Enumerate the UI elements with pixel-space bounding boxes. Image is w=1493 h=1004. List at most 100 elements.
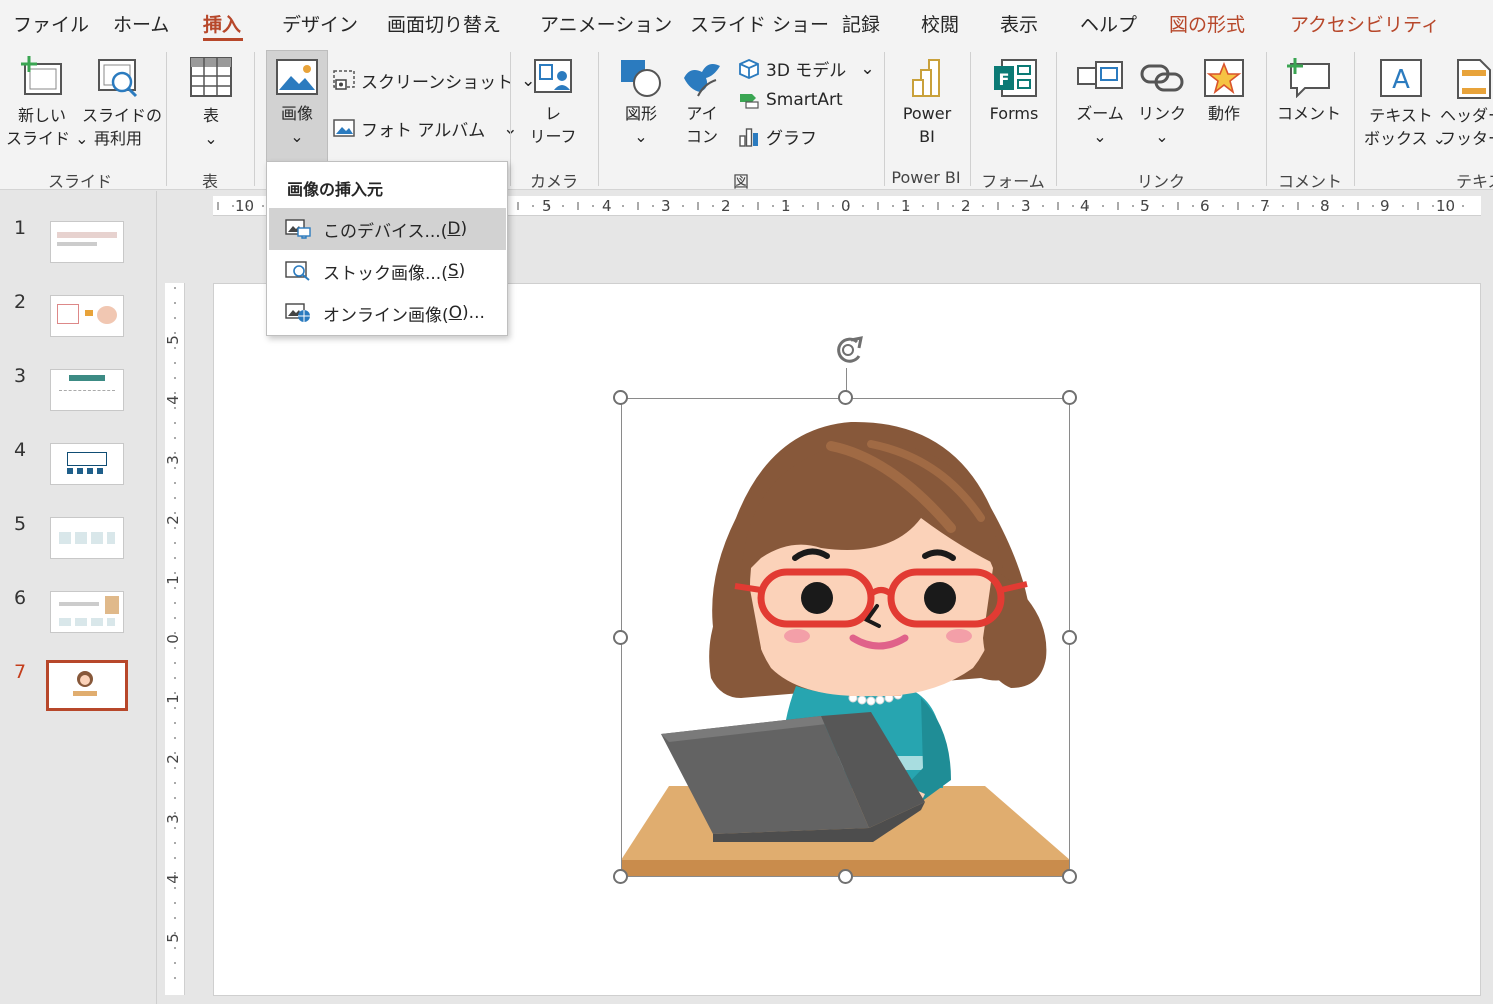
ruler-label: 4: [602, 197, 612, 215]
comment-button[interactable]: コメント: [1276, 58, 1342, 125]
group-label-links: リンク: [1136, 172, 1185, 191]
tab-slideshow[interactable]: スライド ショー: [690, 10, 829, 37]
reuse-slides-button[interactable]: スライドの 再利用: [82, 56, 162, 150]
group-label-table: 表: [201, 172, 218, 191]
resize-handle-bottom[interactable]: [838, 869, 853, 884]
slide-number: 5: [14, 513, 27, 535]
zoom-button[interactable]: ズーム ⌄: [1068, 58, 1132, 148]
tab-home[interactable]: ホーム: [113, 10, 169, 37]
slide-thumbnail-7[interactable]: [46, 660, 128, 711]
slide-thumbnail-5[interactable]: [50, 517, 124, 559]
insert-ribbon: 新しい スライド ⌄ スライドの 再利用 スライド 表 ⌄ 表 画像 ⌄ スクリ…: [0, 46, 1493, 191]
menu-item-online-pictures[interactable]: オンライン画像(O)...: [269, 292, 506, 334]
screenshot-label: スクリーンショット: [361, 73, 514, 93]
3d-models-button[interactable]: 3D モデル ⌄: [738, 56, 875, 81]
ruler-label: 2: [163, 754, 182, 764]
resize-handle-top[interactable]: [838, 390, 853, 405]
forms-button[interactable]: F Forms: [982, 58, 1046, 125]
photo-album-button[interactable]: フォト アルバム ⌄: [333, 116, 517, 141]
chevron-down-icon: ⌄: [860, 58, 875, 79]
icons-icon: [684, 64, 720, 97]
cameo-button[interactable]: レ リーフ: [520, 58, 586, 148]
text-box-label-1: テキスト: [1369, 106, 1433, 125]
photo-album-label: フォト アルバム: [361, 121, 486, 141]
shapes-button[interactable]: 図形 ⌄: [612, 58, 670, 148]
menu-item-label: ストック画像...(: [323, 263, 448, 284]
tab-accessibility[interactable]: アクセシビリティ: [1290, 10, 1440, 37]
images-label: 画像: [280, 104, 313, 123]
menu-item-suffix: )...: [462, 303, 485, 323]
ruler-label: 1: [163, 575, 182, 585]
tab-animations[interactable]: アニメーション: [540, 10, 672, 37]
powerpoint-window: ファイル ホーム 挿入 デザイン 画面切り替え アニメーション スライド ショー…: [0, 0, 1493, 1004]
ruler-label: 0: [163, 634, 182, 644]
table-icon: [190, 57, 232, 97]
stock-images-icon: [285, 261, 310, 281]
tab-design[interactable]: デザイン: [282, 10, 358, 37]
picture-icon: [276, 59, 318, 95]
tab-view[interactable]: 表示: [1000, 10, 1038, 37]
menu-item-suffix: ): [458, 261, 466, 281]
resize-handle-bottom-right[interactable]: [1062, 869, 1077, 884]
icons-button[interactable]: アイ コン: [674, 58, 730, 148]
tab-record[interactable]: 記録: [842, 10, 880, 37]
slide-thumbnail-4[interactable]: [50, 443, 124, 485]
menu-item-stock-images[interactable]: ストック画像...(S): [269, 250, 506, 292]
action-star-icon: [1204, 59, 1244, 97]
rotate-handle-icon[interactable]: [827, 330, 871, 374]
tab-help[interactable]: ヘルプ: [1080, 10, 1137, 37]
resize-handle-top-left[interactable]: [613, 390, 628, 405]
tab-picture-format[interactable]: 図の形式: [1169, 10, 1245, 37]
ruler-label: 4: [163, 395, 182, 405]
group-label-text: テキス: [1456, 172, 1493, 191]
ruler-label: 10: [235, 197, 255, 215]
online-pictures-icon: [285, 303, 310, 322]
comment-icon: [1287, 58, 1330, 98]
image-selection-box: [621, 398, 1070, 877]
table-button[interactable]: 表 ⌄: [180, 56, 242, 150]
group-separator: [598, 52, 599, 186]
ruler-label: 3: [661, 197, 671, 215]
slide-thumbnail-3[interactable]: [50, 369, 124, 411]
ruler-label: 5: [163, 933, 182, 943]
menu-item-label: このデバイス...(: [323, 221, 448, 242]
new-slide-icon: [21, 56, 62, 95]
tab-insert[interactable]: 挿入: [203, 10, 241, 37]
ruler-label: 7: [1260, 197, 1270, 215]
tab-transitions[interactable]: 画面切り替え: [387, 10, 501, 37]
action-label: 動作: [1207, 104, 1240, 123]
slide-number: 4: [14, 439, 27, 461]
reuse-slides-label-2: 再利用: [93, 129, 142, 148]
resize-handle-top-right[interactable]: [1062, 390, 1077, 405]
chevron-down-icon: ⌄: [1155, 127, 1169, 146]
new-slide-button[interactable]: 新しい スライド ⌄: [6, 56, 89, 150]
power-bi-icon: [912, 59, 940, 97]
smartart-button[interactable]: SmartArt: [738, 90, 843, 110]
power-bi-button[interactable]: Power BI: [894, 58, 960, 148]
chart-button[interactable]: グラフ: [738, 124, 817, 149]
tab-file[interactable]: ファイル: [13, 10, 89, 37]
screenshot-button[interactable]: スクリーンショット ⌄: [333, 68, 535, 93]
slide-thumbnail-2[interactable]: [50, 295, 124, 337]
resize-handle-left[interactable]: [613, 630, 628, 645]
group-separator: [1354, 52, 1355, 186]
chevron-down-icon: ⌄: [290, 127, 304, 146]
link-button[interactable]: リンク ⌄: [1132, 58, 1192, 148]
ruler-label: 8: [1320, 197, 1330, 215]
images-button[interactable]: 画像 ⌄: [266, 58, 328, 148]
smartart-icon: [740, 94, 759, 109]
3d-models-label: 3D モデル: [766, 61, 847, 81]
text-box-button[interactable]: A テキスト ボックス ⌄: [1364, 58, 1446, 150]
slide-thumbnail-1[interactable]: [50, 221, 124, 263]
shapes-icon: [621, 60, 661, 97]
group-label-comments: コメント: [1277, 172, 1342, 191]
header-footer-button[interactable]: ヘッダー フッター: [1440, 58, 1493, 150]
slide-thumbnail-6[interactable]: [50, 591, 124, 633]
tab-review[interactable]: 校閲: [921, 10, 959, 37]
menu-item-this-device[interactable]: このデバイス...(D): [269, 208, 506, 250]
resize-handle-right[interactable]: [1062, 630, 1077, 645]
ruler-label: 1: [901, 197, 911, 215]
action-button[interactable]: 動作: [1194, 58, 1254, 125]
ruler-label: 1: [163, 694, 182, 704]
resize-handle-bottom-left[interactable]: [613, 869, 628, 884]
